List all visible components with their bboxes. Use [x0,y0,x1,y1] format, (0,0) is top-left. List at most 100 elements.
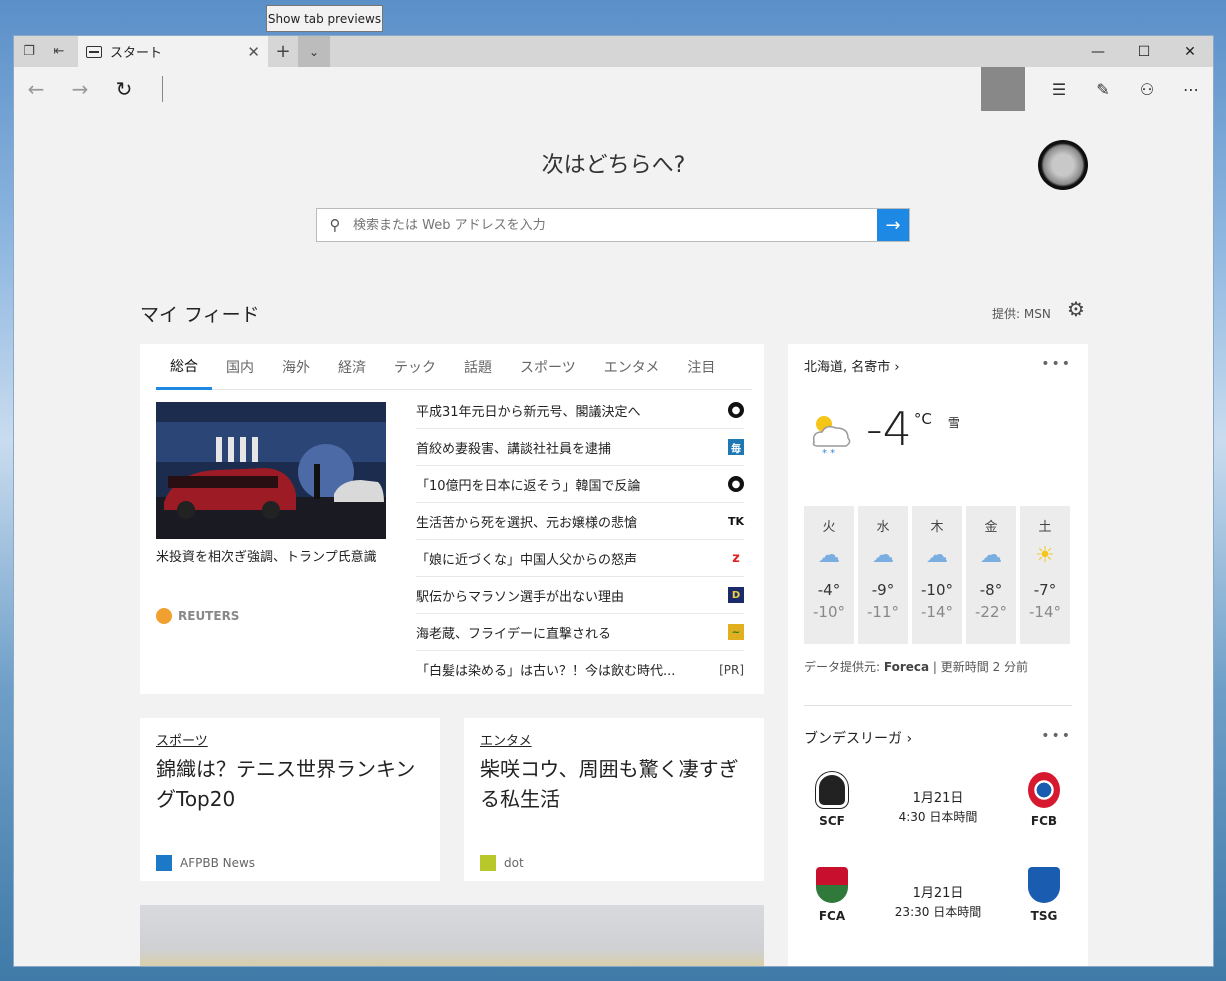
tabs-aside-icon[interactable]: ❐ [14,36,44,67]
back-button[interactable]: ← [14,67,58,111]
feed-tabs: 総合 国内 海外 経済 テック 話題 スポーツ エンタメ 注目 [156,344,752,390]
fca-crest-icon [816,867,848,903]
tab-start[interactable]: スタート ✕ [78,36,268,67]
show-tab-previews-button[interactable]: ⌄ [298,36,330,67]
set-tabs-aside-icon[interactable]: ⇤ [44,36,74,67]
card-title[interactable]: 柴咲コウ、周囲も驚く凄すぎる私生活 [480,754,750,814]
headline-item[interactable]: 生活苦から死を選択、元お嬢様の悲愴 TK [416,503,744,540]
hero-caption[interactable]: 米投資を相次ぎ強調、トランプ氏意識 [156,548,388,567]
card-title[interactable]: 錦織は？テニス世界ランキングTop20 [156,754,426,814]
current-temp: -4 [866,402,912,456]
mainichi-icon: 毎 [728,439,744,455]
headline-item[interactable]: 「娘に近づくな」中国人父からの怒声 z [416,540,744,577]
tab-sports[interactable]: スポーツ [506,344,590,389]
dot-icon [480,855,496,871]
search-input[interactable] [353,217,877,233]
forecast-day[interactable]: 木 ☁ -10° -14° [912,506,962,644]
afpbb-icon [156,855,172,871]
headline-item[interactable]: 駅伝からマラソン選手が出ない理由 D [416,577,744,614]
sun-icon: ☀ [1035,542,1055,568]
diamond-icon: D [728,587,744,603]
tab-economy[interactable]: 経済 [324,344,380,389]
more-button[interactable]: ⋯ [1169,67,1213,111]
feed-title: マイ フィード [140,304,260,326]
feed-provider: 提供: MSN [992,307,1051,321]
top-news-card: 総合 国内 海外 経済 テック 話題 スポーツ エンタメ 注目 米投資を相次ぎ強… [140,344,764,694]
photo-news-card[interactable] [140,905,764,966]
svg-text:* *: * * [822,448,835,458]
headline-item[interactable]: 「白髪は染める」は古い？！今は飲む時代... [PR] [416,651,744,688]
weather-location[interactable]: 北海道, 名寄市 › [804,356,900,375]
close-window-button[interactable]: ✕ [1167,36,1213,67]
gear-icon[interactable]: ⚙ [1067,297,1085,321]
card-source: AFPBB News [156,855,255,871]
tk-icon: TK [727,513,745,529]
tab-featured[interactable]: 注目 [673,344,729,389]
snow-icon: ☁ [872,542,894,568]
web-note-button[interactable]: ✎ [1081,67,1125,111]
headline-item[interactable]: 首絞め妻殺害、講談社社員を逮捕 毎 [416,429,744,466]
search-go-button[interactable]: → [877,209,909,241]
headline-item[interactable]: 平成31年元日から新元号、閣議決定へ ● [416,392,744,429]
tab-world[interactable]: 海外 [268,344,324,389]
window-controls: — ☐ ✕ [1075,36,1213,67]
sports-card[interactable]: スポーツ 錦織は？テニス世界ランキングTop20 AFPBB News [140,718,440,881]
tab-topics[interactable]: 話題 [450,344,506,389]
share-button[interactable]: ⚇ [1125,67,1169,111]
page-heading: 次はどちらへ? [541,153,686,178]
forecast-day[interactable]: 土 ☀ -7° -14° [1020,506,1070,644]
forward-button[interactable]: → [58,67,102,111]
refresh-button[interactable]: ↻ [102,67,146,111]
headline-item[interactable]: 「10億円を日本に返そう」韓国で反論 ● [416,466,744,503]
match-row[interactable]: FCA 1月21日 23:30 日本時間 TSG [804,867,1072,937]
hero-source: REUTERS [156,608,239,624]
tab-entertainment[interactable]: エンタメ [590,344,674,389]
entertainment-card[interactable]: エンタメ 柴咲コウ、周囲も驚く凄すぎる私生活 dot [464,718,764,881]
tbs-icon: ● [728,402,744,418]
weather-condition: 雪 [947,416,960,430]
card-category[interactable]: スポーツ [156,730,208,749]
chevron-right-icon: › [894,360,900,375]
title-bar: ❐ ⇤ スタート ✕ + ⌄ — ☐ ✕ [14,36,1213,67]
weather-more-icon[interactable]: ••• [1041,356,1072,372]
league-title[interactable]: ブンデスリーガ › [804,728,912,748]
scf-crest-icon [816,772,848,808]
maximize-button[interactable]: ☐ [1121,36,1167,67]
snow-icon: ☁ [926,542,948,568]
search-icon: ⚲ [329,216,341,234]
tab-domestic[interactable]: 国内 [212,344,268,389]
browser-window: ❐ ⇤ スタート ✕ + ⌄ — ☐ ✕ ← → ↻ ☰ ✎ ⚇ ⋯ 次はどちら… [13,35,1214,967]
foreca-link[interactable]: Foreca [884,660,929,674]
moon-avatar[interactable] [1038,140,1088,190]
panel-divider [804,705,1072,706]
card-source: dot [480,855,524,871]
tab-preview-tooltip: Show tab previews [266,5,383,32]
weather-attribution: データ提供元: Foreca | 更新時間 2 分前 [804,660,1029,674]
home-team: SCF [804,772,860,828]
new-tab-button[interactable]: + [268,36,298,67]
friday-icon: ~ [728,624,744,640]
temp-unit[interactable]: °C [914,410,932,428]
tab-general[interactable]: 総合 [156,344,212,390]
match-row[interactable]: SCF 1月21日 4:30 日本時間 FCB [804,772,1072,842]
headline-list: 平成31年元日から新元号、閣議決定へ ● 首絞め妻殺害、講談社社員を逮捕 毎 「… [416,392,744,688]
tab-title: スタート [110,46,163,61]
forecast-day[interactable]: 金 ☁ -8° -22° [966,506,1016,644]
chevron-right-icon: › [906,731,913,747]
pr-badge: [PR] [719,662,744,677]
match-date: 1月21日 23:30 日本時間 [894,886,982,919]
zakzak-icon: z [728,550,744,566]
forecast-day[interactable]: 火 ☁ -4° -10° [804,506,854,644]
league-more-icon[interactable]: ••• [1041,728,1072,744]
away-team: FCB [1016,772,1072,828]
tab-tech[interactable]: テック [380,344,450,389]
close-tab-icon[interactable]: ✕ [247,43,260,61]
card-category[interactable]: エンタメ [480,730,532,749]
forecast-day[interactable]: 水 ☁ -9° -11° [858,506,908,644]
tsg-crest-icon [1028,867,1060,903]
hub-button[interactable]: ☰ [1037,67,1081,111]
hero-image[interactable] [156,402,386,539]
minimize-button[interactable]: — [1075,36,1121,67]
start-page: 次はどちらへ? ⚲ → マイ フィード 提供: MSN ⚙ 総合 国内 海外 経… [14,111,1213,966]
headline-item[interactable]: 海老蔵、フライデーに直撃される ~ [416,614,744,651]
